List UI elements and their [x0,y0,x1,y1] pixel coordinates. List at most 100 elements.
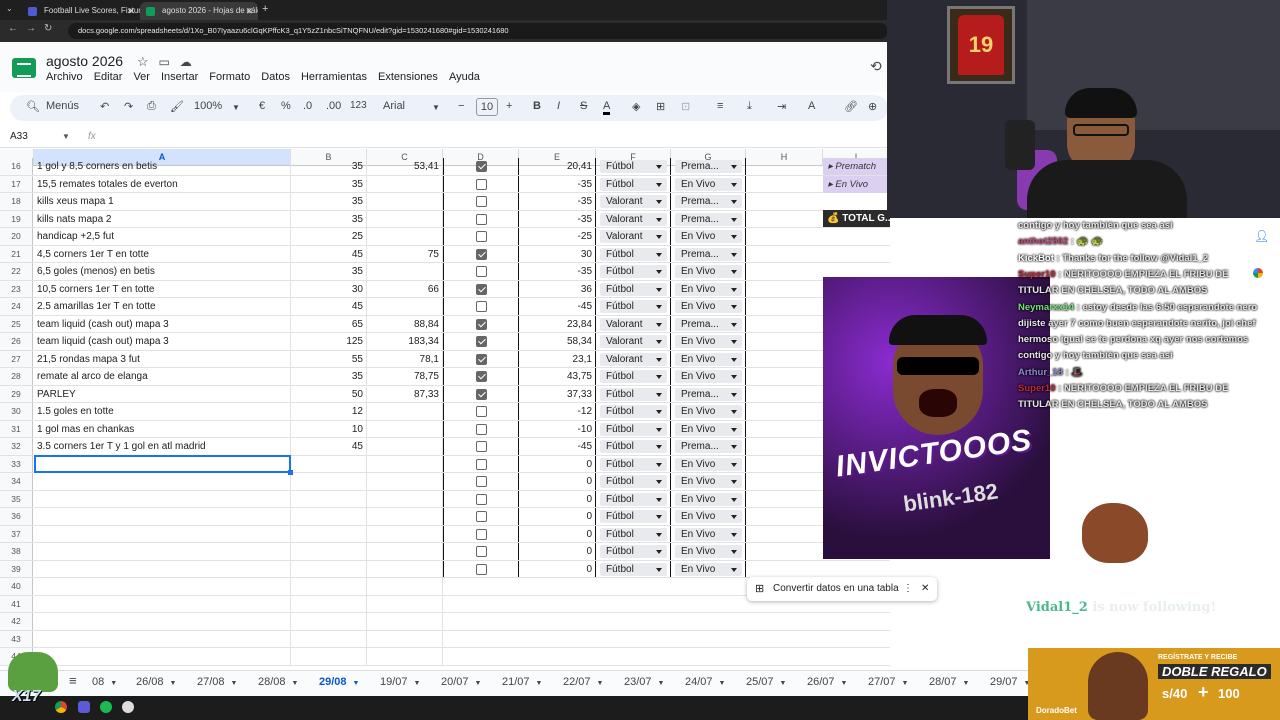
cell-type[interactable]: En Vivo [671,490,746,507]
sheet-tab[interactable]: 22/07 ▼ [563,676,603,688]
chevron-down-icon[interactable]: ▼ [110,680,117,687]
cell-sport[interactable]: Fútbol [596,280,671,297]
increase-font-size-icon[interactable]: + [506,100,512,112]
cell-won[interactable] [443,473,519,490]
cell-return[interactable] [367,490,443,507]
cell-won[interactable] [443,210,519,227]
cell-type[interactable]: Prema... [671,245,746,262]
won-checkbox[interactable] [476,423,487,435]
sheet-tab[interactable]: 28/08 ▼ [258,676,298,688]
chevron-down-icon[interactable]: ▼ [963,680,970,687]
cell-stake[interactable]: 35 [291,368,367,385]
row-number[interactable]: 23 [0,280,33,297]
increase-decimals-button[interactable]: .00 [326,100,341,112]
forward-icon[interactable]: → [26,23,36,34]
sport-dropdown[interactable]: Fútbol [600,545,667,558]
cell-type[interactable]: Prema... [671,315,746,332]
close-icon[interactable]: ✕ [921,577,929,601]
cell-bet[interactable]: remate al arco de elanga [34,368,291,385]
row-number[interactable]: 27 [0,350,33,367]
cell-won[interactable] [443,490,519,507]
sport-dropdown[interactable]: Fútbol [600,282,667,296]
formula-input[interactable] [110,130,880,146]
row-number[interactable]: 19 [0,210,33,227]
close-tab-icon[interactable]: ✕ [245,2,253,20]
horizontal-align-icon[interactable]: ≡ [717,100,723,112]
type-dropdown[interactable]: Prema... [675,195,742,208]
cell-return[interactable]: 183,34 [367,333,443,350]
cell-bet[interactable] [34,560,291,577]
cell-stake[interactable] [291,578,367,595]
print-icon[interactable]: ⎙ [147,100,156,113]
url-field[interactable]: docs.google.com/spreadsheets/d/1Xo_B07Iy… [68,23,888,39]
row-number[interactable]: 33 [0,455,33,472]
cell-profit[interactable]: 0 [519,508,596,525]
cell-stake[interactable]: 45 [291,298,367,315]
cell-profit[interactable]: 0 [519,525,596,542]
cell-stake[interactable] [291,543,367,560]
chevron-down-icon[interactable]: ▼ [597,680,604,687]
cell-stake[interactable] [291,508,367,525]
chevron-down-icon[interactable]: ▼ [292,680,299,687]
sheet-tab[interactable]: 19/07 ▼ [380,676,420,688]
type-dropdown[interactable]: En Vivo [675,545,742,558]
cell-won[interactable] [443,543,519,560]
cell-won[interactable] [443,245,519,262]
row-number[interactable]: 31 [0,420,33,437]
type-dropdown[interactable]: En Vivo [675,562,742,576]
cell-sport[interactable]: Fútbol [596,385,671,402]
cell-sport[interactable]: Valorant [596,210,671,227]
cell-type[interactable]: En Vivo [671,473,746,490]
close-tab-icon[interactable]: ✕ [127,2,135,20]
chat-username[interactable]: Super10 [1018,269,1056,280]
sheet-tab[interactable]: 29/08 ▼ [319,676,359,688]
cell-return[interactable] [367,298,443,315]
row-number[interactable]: 28 [0,368,33,385]
currency-button[interactable]: € [259,100,265,112]
paint-format-icon[interactable]: 🖌︎ [170,100,184,113]
menu-formato[interactable]: Formato [209,71,250,83]
sheet-tab[interactable]: 28/07 ▼ [929,676,969,688]
font-size-field[interactable]: 10 [476,98,498,116]
cell-bet[interactable]: team liquid (cash out) mapa 3 [34,315,291,332]
sheet-tab-label[interactable]: 29/08 [319,676,347,688]
cell-return[interactable] [367,630,443,647]
row-number[interactable]: 30 [0,403,33,420]
row-number[interactable]: 16 [0,158,33,175]
cell-sport[interactable]: Valorant [596,228,671,245]
sport-dropdown[interactable]: Valorant [600,212,667,226]
percent-button[interactable]: % [281,100,291,112]
chevron-down-icon[interactable]: ▼ [902,680,909,687]
type-dropdown[interactable]: En Vivo [675,265,742,278]
chevron-down-icon[interactable]: ▼ [432,103,440,112]
cell-type[interactable]: En Vivo [671,350,746,367]
won-checkbox[interactable] [476,353,487,365]
sport-dropdown[interactable]: Valorant [600,352,667,366]
cell-bet[interactable] [34,613,291,630]
vertical-align-icon[interactable]: ⤓ [747,100,752,113]
cell-profit[interactable]: -45 [519,298,596,315]
undo-icon[interactable]: ↶ [100,100,109,113]
type-dropdown[interactable]: En Vivo [675,230,742,243]
cell-stake[interactable]: 55 [291,350,367,367]
chevron-down-icon[interactable]: ▼ [658,680,665,687]
won-checkbox[interactable] [476,178,487,190]
cell-profit[interactable]: 36 [519,280,596,297]
cell-sport[interactable]: Valorant [596,333,671,350]
cell-type[interactable]: En Vivo [671,263,746,280]
sport-dropdown[interactable]: Fútbol [600,457,667,471]
cell-return[interactable] [367,193,443,210]
cell-bet[interactable]: 10,5 corners 1er T en totte [34,280,291,297]
cell-profit[interactable]: 43,75 [519,368,596,385]
cell-profit[interactable]: 0 [519,560,596,577]
sport-dropdown[interactable]: Fútbol [600,160,667,173]
cell-stake[interactable] [291,490,367,507]
row-number[interactable]: 25 [0,315,33,332]
won-checkbox[interactable] [476,231,487,242]
type-dropdown[interactable]: En Vivo [675,352,742,366]
cell-bet[interactable]: handicap +2,5 fut [34,228,291,245]
sport-dropdown[interactable]: Fútbol [600,492,667,506]
row-number[interactable]: 37 [0,525,33,542]
menu-herramientas[interactable]: Herramientas [301,71,367,83]
sheet-tab-label[interactable]: 22/07 [563,676,591,688]
